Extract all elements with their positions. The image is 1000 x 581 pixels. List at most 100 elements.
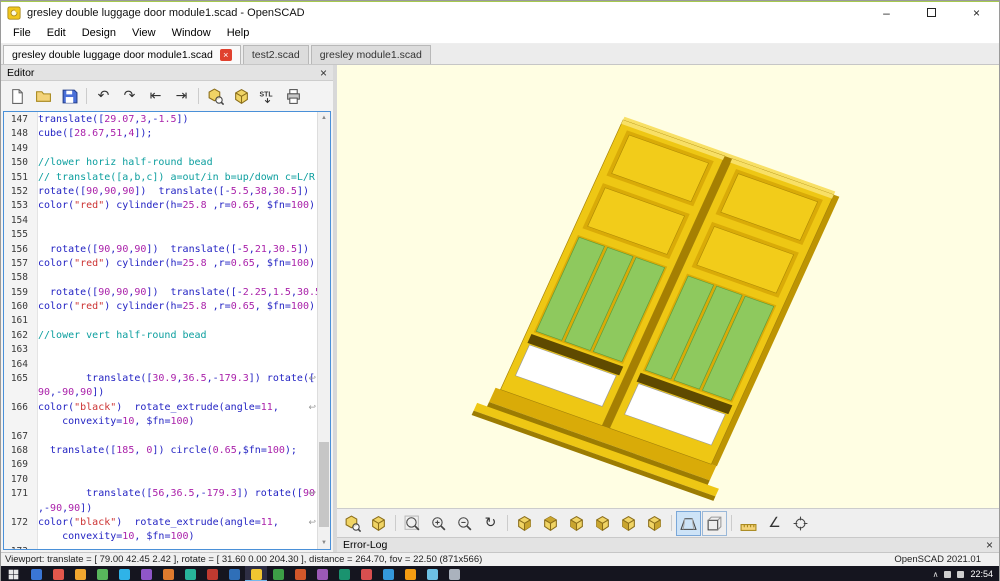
view-center-button[interactable] xyxy=(788,511,813,536)
zoom-all-button[interactable] xyxy=(400,511,425,536)
orthographic-button[interactable] xyxy=(702,511,727,536)
menu-help[interactable]: Help xyxy=(219,27,258,39)
view-bottom-button[interactable] xyxy=(564,511,589,536)
3d-viewport[interactable] xyxy=(337,65,999,508)
code-line[interactable]: 90,-90,90]) xyxy=(4,386,317,400)
code-line[interactable]: 156 rotate([90,90,90]) translate([-5,21,… xyxy=(4,243,317,257)
view-back-button[interactable] xyxy=(642,511,667,536)
reset-view-button[interactable]: ↻ xyxy=(478,511,503,536)
code-line[interactable]: 158 xyxy=(4,271,317,285)
code-line[interactable]: 152rotate([90,90,90]) translate([-5.5,38… xyxy=(4,185,317,199)
code-line[interactable]: 147translate([29.07,3,-1.5]) xyxy=(4,113,317,127)
view-preview-button[interactable] xyxy=(340,511,365,536)
close-button[interactable]: × xyxy=(954,2,999,23)
taskbar-app-18[interactable] xyxy=(399,566,421,581)
taskbar-app-16[interactable] xyxy=(355,566,377,581)
view-top-button[interactable] xyxy=(538,511,563,536)
code-line[interactable]: 165 translate([30.9,36.5,-179.3]) rotate… xyxy=(4,372,317,386)
code-line[interactable]: convexity=10, $fn=100) xyxy=(4,415,317,429)
taskbar-app-7[interactable] xyxy=(157,566,179,581)
taskbar-app-17[interactable] xyxy=(377,566,399,581)
taskbar-app-13[interactable] xyxy=(289,566,311,581)
code-line[interactable]: ,-90,90]) xyxy=(4,502,317,516)
render-button[interactable] xyxy=(229,84,254,109)
code-line[interactable]: 151// translate([a,b,c]) a=out/in b=up/d… xyxy=(4,171,317,185)
taskbar-app-19[interactable] xyxy=(421,566,443,581)
code-line[interactable]: 169 xyxy=(4,458,317,472)
code-line[interactable]: 172color("black") rotate_extrude(angle=1… xyxy=(4,516,317,530)
unindent-button[interactable]: ⇤ xyxy=(143,84,168,109)
code-line[interactable]: 149 xyxy=(4,142,317,156)
scrollbar-thumb[interactable] xyxy=(319,442,329,527)
view-left-button[interactable] xyxy=(590,511,615,536)
title-bar[interactable]: gresley double luggage door module1.scad… xyxy=(1,2,999,23)
menu-view[interactable]: View xyxy=(124,27,164,39)
scrollbar-down-arrow[interactable]: ▼ xyxy=(318,537,330,549)
code-line[interactable]: 148cube([28.67,51,4]); xyxy=(4,127,317,141)
render-preview-button[interactable] xyxy=(203,84,228,109)
code-editor[interactable]: 147translate([29.07,3,-1.5])148cube([28.… xyxy=(3,111,331,550)
code-line[interactable]: 154 xyxy=(4,214,317,228)
taskbar-app-5[interactable] xyxy=(113,566,135,581)
undo-button[interactable]: ↶ xyxy=(91,84,116,109)
taskbar-app-6[interactable] xyxy=(135,566,157,581)
taskbar-clock[interactable]: 22:54 xyxy=(970,569,993,579)
perspective-button[interactable] xyxy=(676,511,701,536)
code-line[interactable]: 167 xyxy=(4,430,317,444)
maximize-button[interactable] xyxy=(909,2,954,23)
menu-design[interactable]: Design xyxy=(74,27,124,39)
code-line[interactable]: 160color("red") cylinder(h=25.8 ,r=0.65,… xyxy=(4,300,317,314)
taskbar-app-15[interactable] xyxy=(333,566,355,581)
print-3d-button[interactable] xyxy=(281,84,306,109)
save-file-button[interactable] xyxy=(57,84,82,109)
export-stl-button[interactable]: STL xyxy=(255,84,280,109)
minimize-button[interactable]: – xyxy=(864,2,909,23)
code-line[interactable]: 164 xyxy=(4,358,317,372)
tab-3[interactable]: gresley module1.scad xyxy=(311,45,431,64)
new-file-button[interactable] xyxy=(5,84,30,109)
tab-close-icon[interactable]: × xyxy=(220,49,232,61)
taskbar-app-20[interactable] xyxy=(443,566,465,581)
taskbar-app-14[interactable] xyxy=(311,566,333,581)
code-line[interactable]: 159 rotate([90,90,90]) translate([-2.25,… xyxy=(4,286,317,300)
tab-1[interactable]: gresley double luggage door module1.scad… xyxy=(3,45,241,64)
code-line[interactable]: convexity=10, $fn=100) xyxy=(4,530,317,544)
code-line[interactable]: 161 xyxy=(4,314,317,328)
code-line[interactable]: 153color("red") cylinder(h=25.8 ,r=0.65,… xyxy=(4,199,317,213)
code-line[interactable]: 162//lower vert half-round bead xyxy=(4,329,317,343)
tab-2[interactable]: test2.scad xyxy=(243,45,309,64)
zoom-in-button[interactable] xyxy=(426,511,451,536)
taskbar-app-3[interactable] xyxy=(69,566,91,581)
indent-button[interactable]: ⇥ xyxy=(169,84,194,109)
taskbar-app-12[interactable] xyxy=(267,566,289,581)
code-line[interactable]: 150//lower horiz half-round bead xyxy=(4,156,317,170)
taskbar-app-8[interactable] xyxy=(179,566,201,581)
view-render-button[interactable] xyxy=(366,511,391,536)
taskbar-app-9[interactable] xyxy=(201,566,223,581)
code-line[interactable]: 163 xyxy=(4,343,317,357)
code-line[interactable]: 170 xyxy=(4,473,317,487)
zoom-out-button[interactable] xyxy=(452,511,477,536)
taskbar-app-10[interactable] xyxy=(223,566,245,581)
scrollbar-up-arrow[interactable]: ▲ xyxy=(318,112,330,124)
menu-edit[interactable]: Edit xyxy=(39,27,74,39)
taskbar-app-11[interactable] xyxy=(245,566,267,581)
view-right-button[interactable] xyxy=(512,511,537,536)
code-line[interactable]: 157color("red") cylinder(h=25.8 ,r=0.65,… xyxy=(4,257,317,271)
code-line[interactable]: 173 xyxy=(4,545,317,550)
view-front-button[interactable] xyxy=(616,511,641,536)
open-file-button[interactable] xyxy=(31,84,56,109)
taskbar-app-1[interactable] xyxy=(25,566,47,581)
tray-icon-1[interactable] xyxy=(944,571,951,578)
taskbar-app-4[interactable] xyxy=(91,566,113,581)
taskbar-app-2[interactable] xyxy=(47,566,69,581)
code-line[interactable]: 166color("black") rotate_extrude(angle=1… xyxy=(4,401,317,415)
redo-button[interactable]: ↷ xyxy=(117,84,142,109)
error-log-close-icon[interactable]: × xyxy=(986,540,993,550)
menu-window[interactable]: Window xyxy=(164,27,219,39)
measure-distance-button[interactable] xyxy=(736,511,761,536)
code-line[interactable]: 155 xyxy=(4,228,317,242)
editor-scrollbar[interactable]: ▲ ▼ xyxy=(317,112,330,549)
tray-chevron-icon[interactable]: ∧ xyxy=(933,570,939,579)
tray-icon-2[interactable] xyxy=(957,571,964,578)
